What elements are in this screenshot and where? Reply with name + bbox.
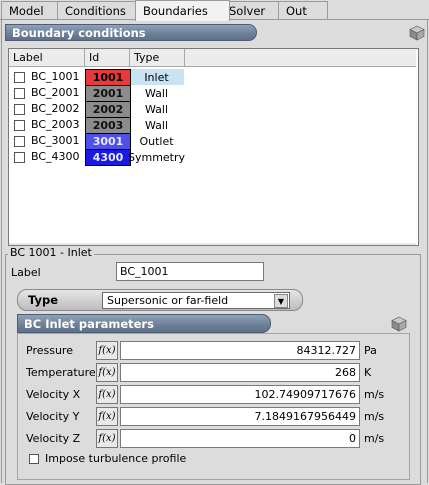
chevron-down-icon[interactable]: ▼ [274,294,288,308]
row-type: Wall [144,102,169,116]
row-label: BC_2002 [31,102,80,115]
row-id-swatch: 2002 [85,101,131,118]
parameter-value-field[interactable]: 102.74909717676 [120,385,360,404]
column-header-text: Label [13,51,43,64]
column-header-text: Type [134,51,160,64]
row-label: BC_2001 [31,86,80,99]
parameter-value-field[interactable]: 84312.727 [120,341,360,360]
section-title: Boundary conditions [12,25,146,40]
boundary-table[interactable]: Label Id Type BC_1001 1001 Inlet BC_2001 200… [8,48,419,246]
cube-icon[interactable] [409,25,425,41]
boundary-conditions-header: Boundary conditions [5,24,257,41]
table-row[interactable]: BC_2001 2001 Wall [9,85,189,102]
column-header-filler [185,49,416,67]
row-type: Symmetry [127,150,186,164]
row-label: BC_4300 [31,150,80,163]
parameter-unit: Pa [364,344,377,357]
parameter-row: Velocity Y f(x) 7.1849167956449 m/s [26,407,406,427]
table-scrollbar[interactable] [9,243,416,245]
parameter-label: Pressure [26,344,73,357]
type-dropdown-value: Supersonic or far-field [107,294,229,307]
column-header-type[interactable]: Type [130,49,185,67]
row-id-swatch: 1001 [85,69,131,86]
row-checkbox[interactable] [14,104,25,115]
label-caption: Label [11,266,41,279]
parameter-label: Velocity X [26,388,81,401]
function-button[interactable]: f(x) [96,407,118,426]
table-row[interactable]: BC_1001 1001 Inlet [9,69,189,86]
cube-icon[interactable] [391,316,407,332]
row-type: Inlet [144,70,169,84]
tab-label: Conditions [65,4,126,18]
turbulence-label: Impose turbulence profile [45,452,187,465]
parameter-value-field[interactable]: 0 [120,429,360,448]
table-row[interactable]: BC_2003 2003 Wall [9,117,189,134]
row-label: BC_2003 [31,118,80,131]
row-id-swatch: 2001 [85,85,131,102]
row-label: BC_1001 [31,70,80,83]
parameter-unit: m/s [364,410,385,423]
tab-conditions[interactable]: Conditions [57,1,144,20]
function-button[interactable]: f(x) [96,341,118,360]
table-row[interactable]: BC_2002 2002 Wall [9,101,189,118]
parameter-unit: m/s [364,388,385,401]
parameter-value-field[interactable]: 268 [120,363,360,382]
row-type: Wall [144,118,169,132]
type-caption: Type [28,293,59,307]
row-id-swatch: 4300 [85,149,131,166]
row-type: Outlet [139,134,174,148]
row-type: Wall [144,86,169,100]
inlet-parameters-header: BC Inlet parameters [17,314,271,333]
turbulence-checkbox[interactable] [29,454,39,464]
function-button[interactable]: f(x) [96,385,118,404]
parameter-unit: m/s [364,432,385,445]
row-id-swatch: 3001 [85,133,131,150]
parameter-value-field[interactable]: 7.1849167956449 [120,407,360,426]
row-checkbox[interactable] [14,152,25,163]
tab-boundaries[interactable]: Boundaries [135,0,230,21]
table-row[interactable]: BC_4300 4300 Symmetry [9,149,189,166]
function-button[interactable]: f(x) [96,363,118,382]
row-checkbox[interactable] [14,120,25,131]
row-checkbox[interactable] [14,136,25,147]
row-checkbox[interactable] [14,88,25,99]
type-dropdown[interactable]: Supersonic or far-field ▼ [102,292,290,309]
parameter-row: Velocity Z f(x) 0 m/s [26,429,406,449]
label-field[interactable] [116,262,264,281]
parameter-row: Pressure f(x) 84312.727 Pa [26,341,406,361]
parameter-row: Velocity X f(x) 102.74909717676 m/s [26,385,406,405]
tab-out[interactable]: Out [278,1,328,20]
tab-label: Boundaries [143,4,208,18]
section-title: BC Inlet parameters [24,316,154,331]
parameter-label: Velocity Z [26,432,81,445]
parameter-row: Temperature f(x) 268 K [26,363,406,383]
parameter-unit: K [364,366,372,379]
tab-label: Model [9,4,44,18]
function-button[interactable]: f(x) [96,429,118,448]
table-row[interactable]: BC_3001 3001 Outlet [9,133,189,150]
tab-label: Out [286,4,307,18]
tab-label: Solver [229,4,266,18]
column-header-id[interactable]: Id [85,49,130,67]
parameter-label: Velocity Y [26,410,80,423]
parameter-label: Temperature [26,366,96,379]
column-header-text: Id [89,51,100,64]
row-checkbox[interactable] [14,72,25,83]
column-header-label[interactable]: Label [9,49,85,67]
row-id-swatch: 2003 [85,117,131,134]
bc-detail-title: BC 1001 - Inlet [8,246,94,259]
row-label: BC_3001 [31,134,80,147]
